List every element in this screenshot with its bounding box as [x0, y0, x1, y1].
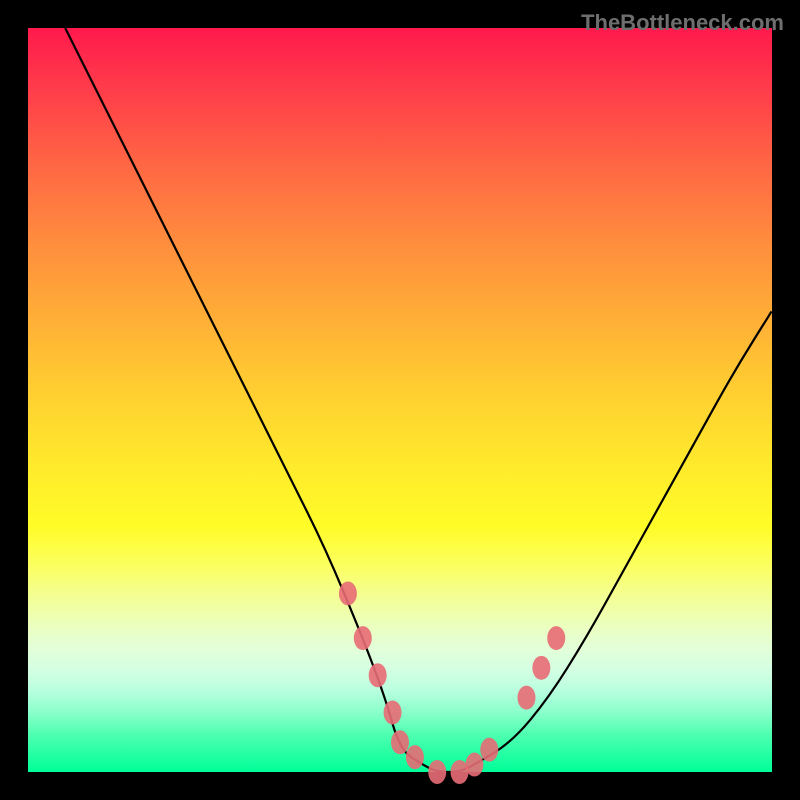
chart-svg	[28, 28, 772, 772]
bottleneck-curve	[65, 28, 772, 772]
marker-point	[339, 581, 357, 605]
marker-point	[428, 760, 446, 784]
marker-point	[547, 626, 565, 650]
marker-point	[369, 663, 387, 687]
marker-point	[384, 700, 402, 724]
marker-point	[354, 626, 372, 650]
watermark-text: TheBottleneck.com	[581, 10, 784, 36]
marker-point	[517, 686, 535, 710]
marker-point	[406, 745, 424, 769]
marker-point	[532, 656, 550, 680]
chart-area	[28, 28, 772, 772]
marker-point	[480, 738, 498, 762]
marker-point	[391, 730, 409, 754]
marker-point	[465, 753, 483, 777]
marker-group	[339, 581, 565, 784]
